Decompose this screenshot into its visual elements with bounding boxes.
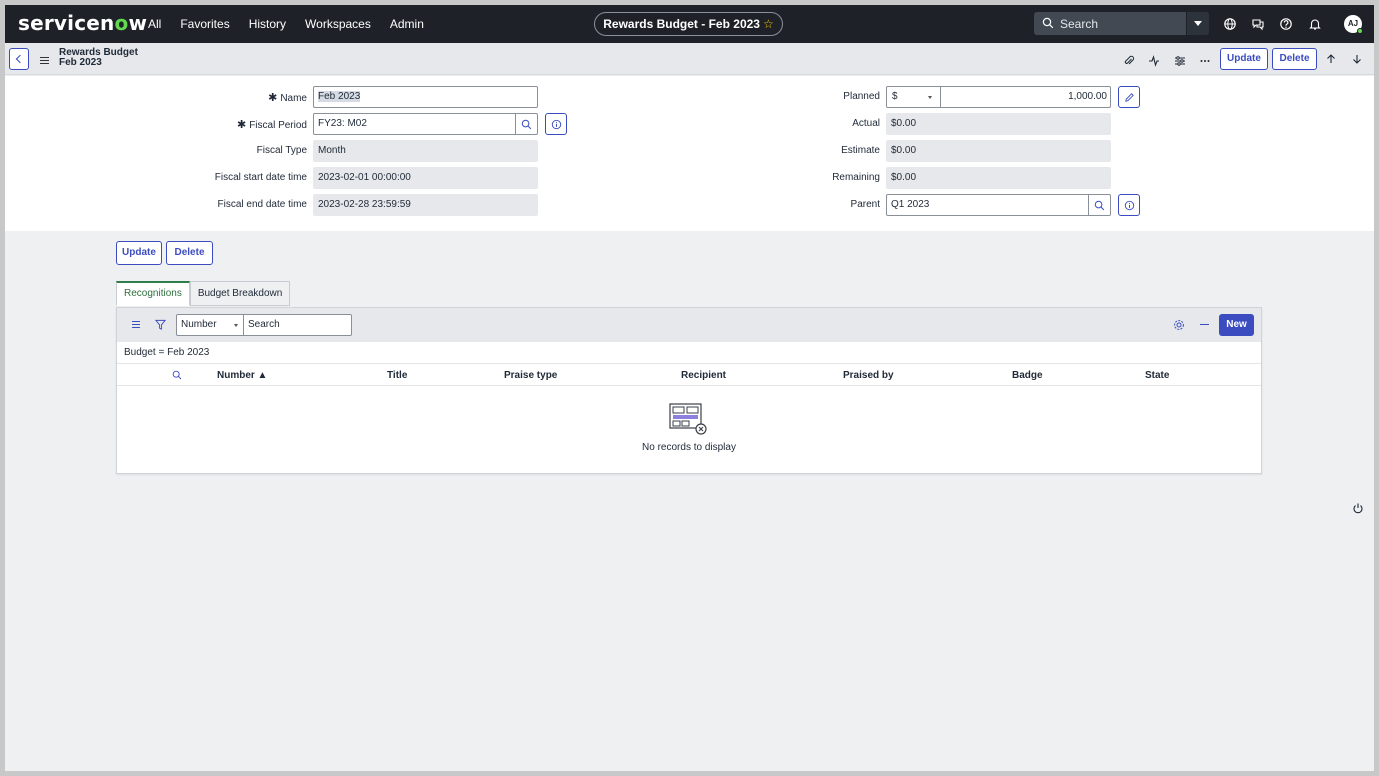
top-navigation: servicenow All Favorites History Workspa… [5, 5, 1374, 43]
record-header-title: Rewards Budget Feb 2023 [59, 48, 138, 68]
search-scope-dropdown[interactable] [1186, 12, 1209, 35]
search-field-select[interactable]: Number [176, 314, 244, 336]
record-form: ✱ Name Feb 2023 ✱ Fiscal Period FY23: M02 … [5, 76, 1374, 231]
required-marker-icon: ✱ [268, 92, 278, 104]
column-praised-by[interactable]: Praised by [843, 370, 894, 381]
chat-icon[interactable] [1251, 17, 1265, 31]
fiscal-period-info-button[interactable] [545, 113, 567, 135]
actual-label: Actual [852, 118, 880, 129]
fiscal-period-lookup-button[interactable] [516, 113, 538, 135]
parent-lookup-button[interactable] [1089, 194, 1111, 216]
no-records-icon [669, 403, 707, 435]
planned-amount-field[interactable]: 1,000.00 [940, 86, 1111, 108]
planned-edit-button[interactable] [1118, 86, 1140, 108]
help-icon[interactable] [1279, 17, 1293, 31]
paperclip-icon[interactable] [1123, 55, 1135, 67]
fiscal-type-label: Fiscal Type [256, 145, 307, 156]
back-button[interactable] [9, 48, 29, 70]
next-record-icon[interactable] [1351, 53, 1363, 65]
tab-recognitions[interactable]: Recognitions [116, 281, 190, 306]
record-title-text: Rewards Budget - Feb 2023 [603, 17, 760, 31]
record-header: Rewards Budget Feb 2023 Update Delete [5, 43, 1374, 75]
parent-field[interactable]: Q1 2023 [886, 194, 1089, 216]
recognitions-related-list: Number Search New Budget = Feb 2023 Numb… [116, 307, 1262, 474]
power-icon[interactable] [1352, 502, 1364, 514]
remaining-label: Remaining [832, 172, 880, 183]
header-update-button[interactable]: Update [1220, 48, 1268, 70]
fiscal-start-field: 2023-02-01 00:00:00 [313, 167, 538, 189]
estimate-label: Estimate [841, 145, 880, 156]
nav-all[interactable]: All [148, 17, 161, 31]
fiscal-period-label: ✱ Fiscal Period [236, 119, 307, 131]
form-delete-button[interactable]: Delete [166, 241, 213, 265]
list-menu-icon[interactable] [132, 321, 140, 328]
global-search[interactable]: Search [1034, 12, 1209, 35]
tab-budget-breakdown[interactable]: Budget Breakdown [189, 281, 291, 306]
search-icon [1042, 17, 1054, 29]
header-delete-button[interactable]: Delete [1272, 48, 1317, 70]
fiscal-end-label: Fiscal end date time [217, 199, 308, 210]
context-menu-icon[interactable] [40, 57, 49, 64]
record-display-value: Feb 2023 [59, 57, 102, 68]
user-avatar[interactable]: AJ [1344, 15, 1363, 34]
global-search-input[interactable]: Search [1060, 17, 1098, 31]
column-number[interactable]: Number ▲ [217, 370, 267, 381]
planned-currency-select[interactable]: $ [886, 86, 941, 108]
related-list-tabs: Recognitions Budget Breakdown [116, 281, 291, 306]
actual-field: $0.00 [886, 113, 1111, 135]
parent-info-button[interactable] [1118, 194, 1140, 216]
favorite-star-icon[interactable]: ☆ [763, 17, 774, 31]
pencil-icon [1125, 93, 1134, 102]
form-update-button[interactable]: Update [116, 241, 162, 265]
nav-workspaces[interactable]: Workspaces [305, 17, 371, 31]
search-icon [1094, 200, 1105, 211]
parent-label: Parent [850, 199, 880, 210]
info-icon [551, 119, 562, 130]
fiscal-start-label: Fiscal start date time [214, 172, 307, 183]
column-recipient[interactable]: Recipient [681, 370, 726, 381]
previous-record-icon[interactable] [1325, 53, 1337, 65]
nav-links: All Favorites History Workspaces Admin [148, 17, 424, 31]
related-list-search-input[interactable]: Search [244, 314, 352, 336]
remaining-field: $0.00 [886, 167, 1111, 189]
activity-icon[interactable] [1148, 55, 1160, 67]
info-icon [1124, 200, 1135, 211]
estimate-field: $0.00 [886, 140, 1111, 162]
column-state[interactable]: State [1145, 370, 1169, 381]
bell-icon[interactable] [1308, 17, 1322, 31]
nav-favorites[interactable]: Favorites [180, 17, 229, 31]
empty-state-message: No records to display [642, 442, 736, 453]
column-header-row: Number ▲ Title Praise type Recipient Pra… [117, 363, 1261, 386]
column-badge[interactable]: Badge [1012, 370, 1043, 381]
globe-icon[interactable] [1223, 17, 1237, 31]
servicenow-logo[interactable]: servicenow [18, 11, 147, 35]
column-search-icon[interactable] [172, 370, 182, 380]
planned-label: Planned [843, 91, 880, 102]
fiscal-period-field[interactable]: FY23: M02 [313, 113, 516, 135]
nav-admin[interactable]: Admin [390, 17, 424, 31]
column-praise-type[interactable]: Praise type [504, 370, 557, 381]
fiscal-end-field: 2023-02-28 23:59:59 [313, 194, 538, 216]
name-label: ✱ Name [268, 92, 307, 104]
nav-history[interactable]: History [249, 17, 286, 31]
filter-icon[interactable] [155, 319, 166, 330]
record-title-pill[interactable]: Rewards Budget - Feb 2023 ☆ [594, 12, 783, 36]
more-options-icon[interactable] [1199, 55, 1211, 67]
app-frame: servicenow All Favorites History Workspa… [5, 5, 1374, 771]
name-value: Feb 2023 [318, 91, 361, 102]
name-field[interactable]: Feb 2023 [313, 86, 538, 108]
column-title[interactable]: Title [387, 370, 407, 381]
related-list-toolbar: Number Search New [117, 308, 1261, 342]
required-marker-icon: ✱ [236, 119, 247, 131]
presence-dot [1357, 28, 1363, 34]
collapse-icon[interactable] [1200, 324, 1209, 326]
gear-icon[interactable] [1173, 319, 1185, 331]
settings-sliders-icon[interactable] [1174, 55, 1186, 67]
new-record-button[interactable]: New [1219, 314, 1254, 336]
filter-breadcrumb[interactable]: Budget = Feb 2023 [124, 347, 209, 358]
search-icon [521, 119, 532, 130]
fiscal-type-field: Month [313, 140, 538, 162]
